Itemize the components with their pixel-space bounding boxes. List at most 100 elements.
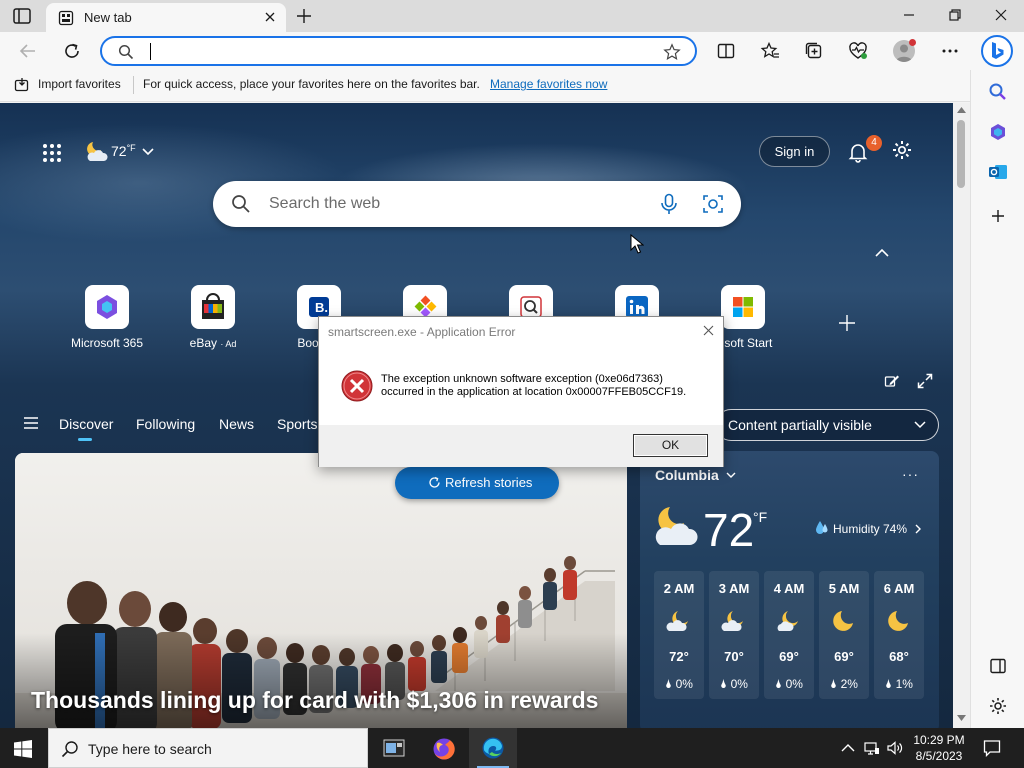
sign-in-button[interactable]: Sign in — [759, 136, 830, 167]
volume-icon[interactable] — [887, 740, 903, 756]
refresh-stories-button[interactable]: Refresh stories — [395, 467, 559, 499]
hour-time: 3 AM — [718, 581, 750, 596]
browser-toolbar — [0, 32, 1024, 70]
dialog-title: smartscreen.exe - Application Error — [328, 325, 516, 339]
new-tab-plus-icon[interactable] — [296, 8, 312, 24]
tab-actions-icon[interactable] — [12, 7, 34, 25]
page-scrollbar[interactable] — [953, 103, 970, 728]
hourly-forecast-item[interactable]: 5 AM 69° 🌢 2% — [819, 571, 869, 699]
quicklink-icon-box — [721, 285, 765, 329]
quicklink-ebay[interactable]: eBay · Ad — [160, 285, 266, 365]
browser-essentials-icon[interactable] — [848, 41, 868, 61]
scroll-up-arrow-icon[interactable] — [957, 107, 966, 113]
split-screen-icon[interactable] — [716, 41, 736, 61]
sidebar-microsoft365-icon[interactable] — [988, 122, 1008, 142]
close-window-icon[interactable] — [994, 8, 1008, 22]
hour-time: 4 AM — [773, 581, 805, 596]
hour-temp: 70° — [724, 649, 744, 664]
weather-card[interactable]: Columbia ··· 72 °F Humidity 74% 2 AM 72°… — [640, 451, 939, 728]
sidebar-search-icon[interactable] — [988, 82, 1008, 102]
quicklink-label: Microsoft 365 — [54, 336, 160, 350]
hourly-forecast-item[interactable]: 6 AM 68° 🌢 1% — [874, 571, 924, 699]
hero-headline[interactable]: Thousands lining up for card with $1,306… — [31, 687, 598, 714]
weather-location[interactable]: Columbia — [655, 467, 719, 483]
favorite-star-icon[interactable] — [663, 43, 681, 61]
scroll-down-arrow-icon[interactable] — [957, 715, 966, 721]
page-settings-gear-icon[interactable] — [891, 139, 913, 161]
favorites-hint-text: For quick access, place your favorites h… — [143, 77, 480, 91]
hourly-forecast-item[interactable]: 3 AM 70° 🌢 0% — [709, 571, 759, 699]
bing-copilot-button[interactable] — [981, 35, 1013, 67]
chevron-up-icon[interactable] — [875, 248, 889, 258]
tab-sports[interactable]: Sports — [277, 416, 317, 432]
expand-icon[interactable] — [917, 373, 933, 389]
hour-precip: 🌢 0% — [775, 677, 803, 691]
taskbar-search-box[interactable]: Type here to search — [48, 728, 368, 768]
minimize-icon[interactable] — [902, 8, 916, 22]
import-favorites-icon[interactable] — [14, 77, 31, 93]
import-favorites-link[interactable]: Import favorites — [38, 77, 121, 91]
chevron-down-icon[interactable] — [726, 472, 736, 479]
chevron-down-icon — [142, 148, 154, 156]
more-options-icon[interactable] — [940, 41, 960, 61]
tab-new-tab[interactable]: New tab — [46, 3, 286, 32]
moon-icon — [888, 611, 908, 631]
tab-news[interactable]: News — [219, 416, 254, 432]
web-search-box[interactable]: Search the web — [213, 181, 741, 227]
precip-value: 1% — [895, 677, 913, 691]
scrollbar-thumb[interactable] — [957, 120, 965, 188]
network-icon[interactable] — [864, 740, 880, 756]
firefox-icon — [433, 738, 455, 760]
quicklink-icon-box — [191, 285, 235, 329]
windows-start-icon[interactable] — [14, 740, 32, 758]
sidebar-add-icon[interactable] — [988, 206, 1008, 226]
taskbar-app-task-view[interactable] — [370, 728, 418, 768]
weather-summary[interactable]: 72°F — [84, 139, 164, 165]
personalize-edit-icon[interactable] — [884, 373, 900, 389]
microphone-icon[interactable] — [659, 193, 679, 215]
manage-favorites-link[interactable]: Manage favorites now — [490, 77, 607, 91]
close-icon[interactable] — [703, 325, 714, 336]
refresh-icon[interactable] — [62, 41, 82, 61]
content-visibility-dropdown[interactable]: Content partially visible — [715, 409, 939, 441]
quicklink-microsoft365[interactable]: Microsoft 365 — [54, 285, 160, 365]
taskbar-clock[interactable]: 10:29 PM 8/5/2023 — [904, 732, 974, 764]
microsoft365-icon — [97, 295, 117, 319]
tab-discover[interactable]: Discover — [59, 416, 113, 432]
add-shortcut-plus-icon[interactable] — [838, 314, 856, 332]
bing-logo-icon — [992, 42, 1004, 59]
hourly-forecast-item[interactable]: 2 AM 72° 🌢 0% — [654, 571, 704, 699]
hour-precip: 🌢 1% — [885, 677, 913, 691]
app-launcher-icon[interactable] — [42, 143, 62, 163]
favorites-icon[interactable] — [760, 41, 780, 61]
sidebar-hide-icon[interactable] — [988, 656, 1008, 676]
microsoft-logo-icon — [733, 297, 753, 317]
hourly-forecast-item[interactable]: 4 AM 69° 🌢 0% — [764, 571, 814, 699]
humidity-label[interactable]: Humidity 74% — [833, 522, 907, 536]
weather-mini-unit: °F — [126, 143, 136, 153]
visual-search-icon[interactable] — [702, 193, 724, 215]
mouse-cursor-icon — [630, 234, 644, 254]
quicklink-label-text: eBay — [189, 336, 217, 350]
moon-cloud-icon — [655, 507, 698, 545]
profile-alert-dot — [909, 39, 916, 46]
taskbar-app-edge[interactable] — [469, 728, 517, 768]
sidebar-outlook-icon[interactable] — [988, 162, 1008, 182]
notification-center-icon[interactable] — [983, 739, 1001, 757]
sidebar-settings-icon[interactable] — [988, 696, 1008, 716]
weather-more-options[interactable]: ··· — [902, 466, 919, 482]
windows-taskbar: Type here to search 10:29 PM 8/5/2023 — [0, 728, 1024, 768]
moon-cloud-icon — [777, 611, 798, 631]
collections-icon[interactable] — [804, 41, 824, 61]
hour-temp: 69° — [834, 649, 854, 664]
close-tab-icon[interactable] — [264, 11, 276, 23]
moon-cloud-icon — [666, 611, 688, 631]
hamburger-menu-icon[interactable] — [24, 417, 38, 429]
taskbar-app-firefox[interactable] — [420, 728, 468, 768]
ok-button[interactable]: OK — [633, 434, 708, 457]
restore-icon[interactable] — [948, 8, 962, 22]
back-arrow-icon[interactable] — [18, 41, 38, 61]
tab-following[interactable]: Following — [136, 416, 195, 432]
address-bar[interactable] — [100, 36, 697, 66]
show-hidden-icons-chevron-icon[interactable] — [840, 740, 856, 756]
